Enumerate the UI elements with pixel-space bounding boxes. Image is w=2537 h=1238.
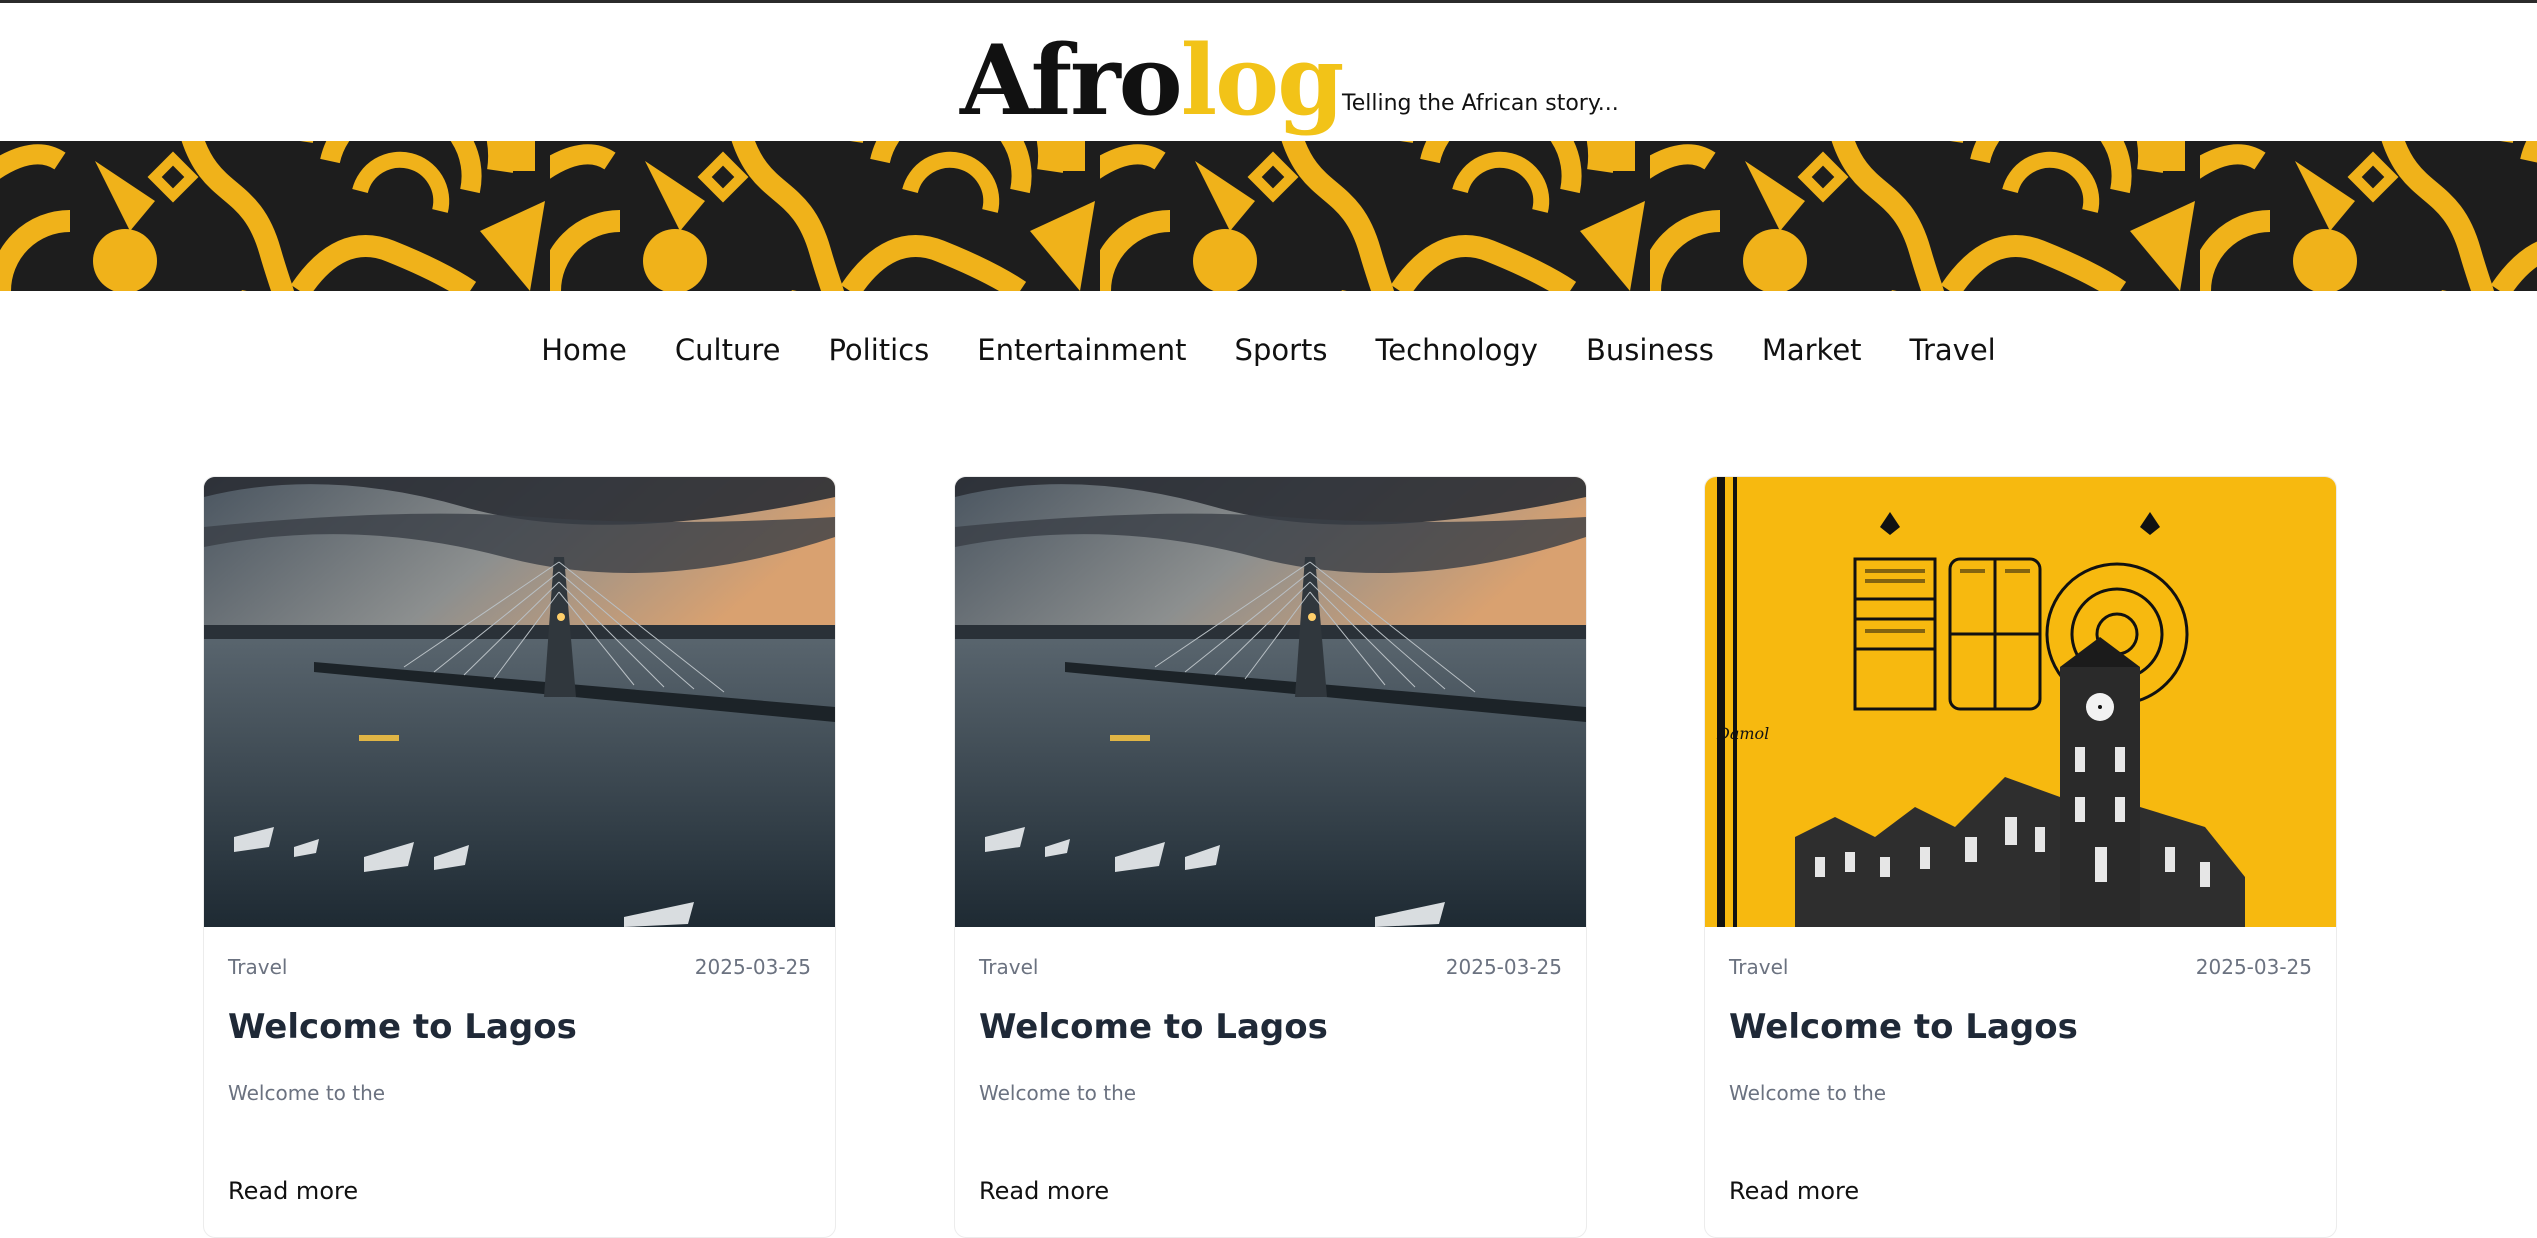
article-category: Travel xyxy=(979,955,1039,979)
article-image-lekki-bridge[interactable] xyxy=(204,477,835,927)
site-logo[interactable]: Afrolog xyxy=(960,21,1345,141)
article-title[interactable]: Welcome to Lagos xyxy=(228,1007,577,1047)
article-title[interactable]: Welcome to Lagos xyxy=(1729,1007,2078,1047)
pattern-banner xyxy=(0,141,2537,291)
article-image-eko-illustration[interactable]: Damol xyxy=(1705,477,2336,927)
nav-politics[interactable]: Politics xyxy=(828,333,929,367)
article-date: 2025-03-25 xyxy=(2195,955,2312,979)
nav-entertainment[interactable]: Entertainment xyxy=(977,333,1186,367)
eko-illustration: Damol xyxy=(1705,477,2336,927)
article-excerpt: Welcome to the xyxy=(228,1081,386,1105)
nav-technology[interactable]: Technology xyxy=(1376,333,1538,367)
bridge-photo xyxy=(204,477,835,927)
african-pattern-graphic xyxy=(0,141,2537,291)
logo-text-log: log xyxy=(1180,24,1345,137)
illustration-signature: Damol xyxy=(1716,724,1769,743)
article-category: Travel xyxy=(1729,955,1789,979)
article-excerpt: Welcome to the xyxy=(1729,1081,1887,1105)
read-more-link[interactable]: Read more xyxy=(1729,1177,1859,1205)
article-card[interactable]: Travel 2025-03-25 Welcome to Lagos Welco… xyxy=(954,476,1587,1238)
article-excerpt: Welcome to the xyxy=(979,1081,1137,1105)
article-date: 2025-03-25 xyxy=(694,955,811,979)
nav-sports[interactable]: Sports xyxy=(1235,333,1328,367)
article-card[interactable]: Travel 2025-03-25 Welcome to Lagos Welco… xyxy=(203,476,836,1238)
logo-text-afro: Afro xyxy=(960,24,1183,137)
article-card[interactable]: Damol Travel 2025-03-25 Welcome to Lagos… xyxy=(1704,476,2337,1238)
read-more-link[interactable]: Read more xyxy=(979,1177,1109,1205)
nav-business[interactable]: Business xyxy=(1586,333,1714,367)
main-nav: Home Culture Politics Entertainment Spor… xyxy=(0,320,2537,380)
nav-culture[interactable]: Culture xyxy=(675,333,781,367)
site-header: Afrolog Telling the African story... xyxy=(0,3,2537,141)
read-more-link[interactable]: Read more xyxy=(228,1177,358,1205)
article-date: 2025-03-25 xyxy=(1445,955,1562,979)
nav-travel[interactable]: Travel xyxy=(1910,333,1996,367)
nav-market[interactable]: Market xyxy=(1762,333,1862,367)
article-image-lekki-bridge[interactable] xyxy=(955,477,1586,927)
article-title[interactable]: Welcome to Lagos xyxy=(979,1007,1328,1047)
bridge-photo xyxy=(955,477,1586,927)
article-category: Travel xyxy=(228,955,288,979)
nav-home[interactable]: Home xyxy=(541,333,627,367)
site-tagline: Telling the African story... xyxy=(1342,91,1619,116)
